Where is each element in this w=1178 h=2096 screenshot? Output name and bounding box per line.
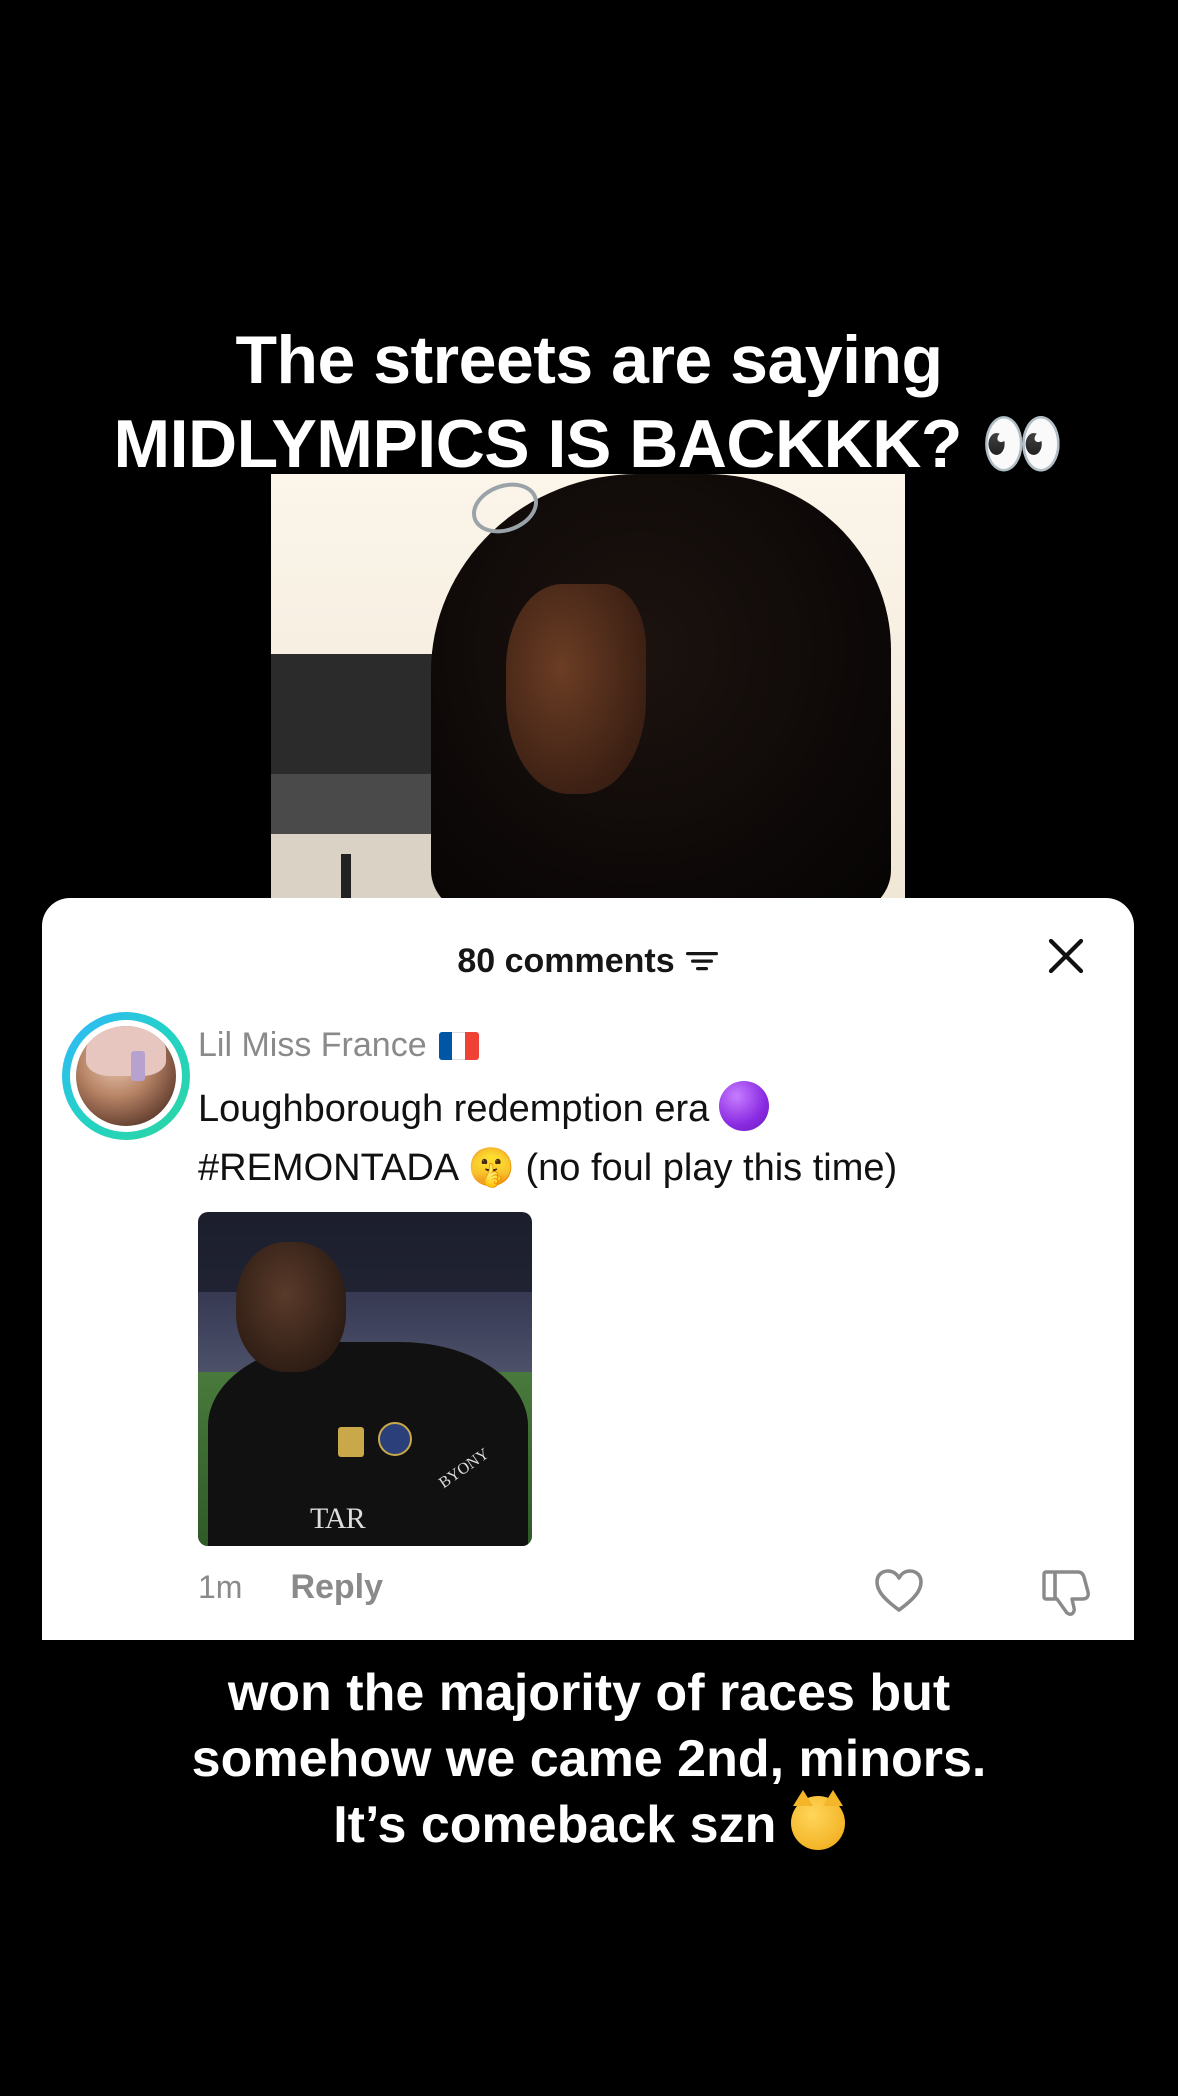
comment-line-2: #REMONTADA 🤫 (no foul play this time) xyxy=(198,1138,897,1197)
purple-circle-emoji-icon xyxy=(719,1081,770,1131)
filter-icon[interactable] xyxy=(685,947,719,975)
comment-timestamp: 1m xyxy=(198,1569,243,1605)
video-caption-bottom: won the majority of races but somehow we… xyxy=(0,1660,1178,1858)
comments-sheet: 80 comments Lil Miss France Loughborough… xyxy=(42,898,1134,1640)
commenter-avatar[interactable] xyxy=(62,1012,190,1140)
comment-meta-row: 1m Reply xyxy=(198,1568,383,1607)
gif-shirt-text: TAR xyxy=(310,1502,366,1535)
caption-top-line-2-text: MIDLYMPICS IS BACKKK? xyxy=(113,406,963,482)
dislike-icon[interactable] xyxy=(1040,1566,1092,1618)
hashtag-remontada[interactable]: #REMONTADA xyxy=(198,1147,457,1189)
heart-icon[interactable] xyxy=(874,1568,924,1614)
caption-top-line-1: The streets are saying xyxy=(235,322,943,398)
comment-text: Loughborough redemption era #REMONTADA 🤫… xyxy=(198,1080,897,1197)
caption-bottom-line-3-text: It’s comeback szn xyxy=(333,1796,777,1854)
caption-bottom-line-1: won the majority of races but xyxy=(227,1664,951,1722)
comments-header: 80 comments xyxy=(42,934,1134,988)
comment-line-1: Loughborough redemption era xyxy=(198,1080,897,1138)
comment-line-1-text: Loughborough redemption era xyxy=(198,1088,710,1130)
close-icon[interactable] xyxy=(1046,936,1086,976)
eyes-emoji-icon: 👀 xyxy=(980,405,1065,484)
france-flag-icon xyxy=(438,1031,479,1060)
video-caption-top: The streets are saying MIDLYMPICS IS BAC… xyxy=(0,318,1178,487)
avatar-photo xyxy=(76,1026,176,1126)
smirking-cat-emoji-icon xyxy=(790,1790,845,1850)
video-frame-image[interactable] xyxy=(271,474,905,898)
comment-line-2-text: (no foul play this time) xyxy=(525,1147,898,1189)
comment-username[interactable]: Lil Miss France xyxy=(198,1026,479,1065)
caption-bottom-line-2: somehow we came 2nd, minors. xyxy=(191,1730,987,1788)
reply-button[interactable]: Reply xyxy=(290,1568,383,1607)
comment-gif-image[interactable]: TAR BYONY xyxy=(198,1212,532,1546)
shushing-face-emoji-icon: 🤫 xyxy=(467,1145,515,1189)
caption-bottom-line-3: It’s comeback szn xyxy=(0,1790,1178,1858)
username-text: Lil Miss France xyxy=(198,1026,427,1064)
comments-count: 80 comments xyxy=(457,941,675,980)
